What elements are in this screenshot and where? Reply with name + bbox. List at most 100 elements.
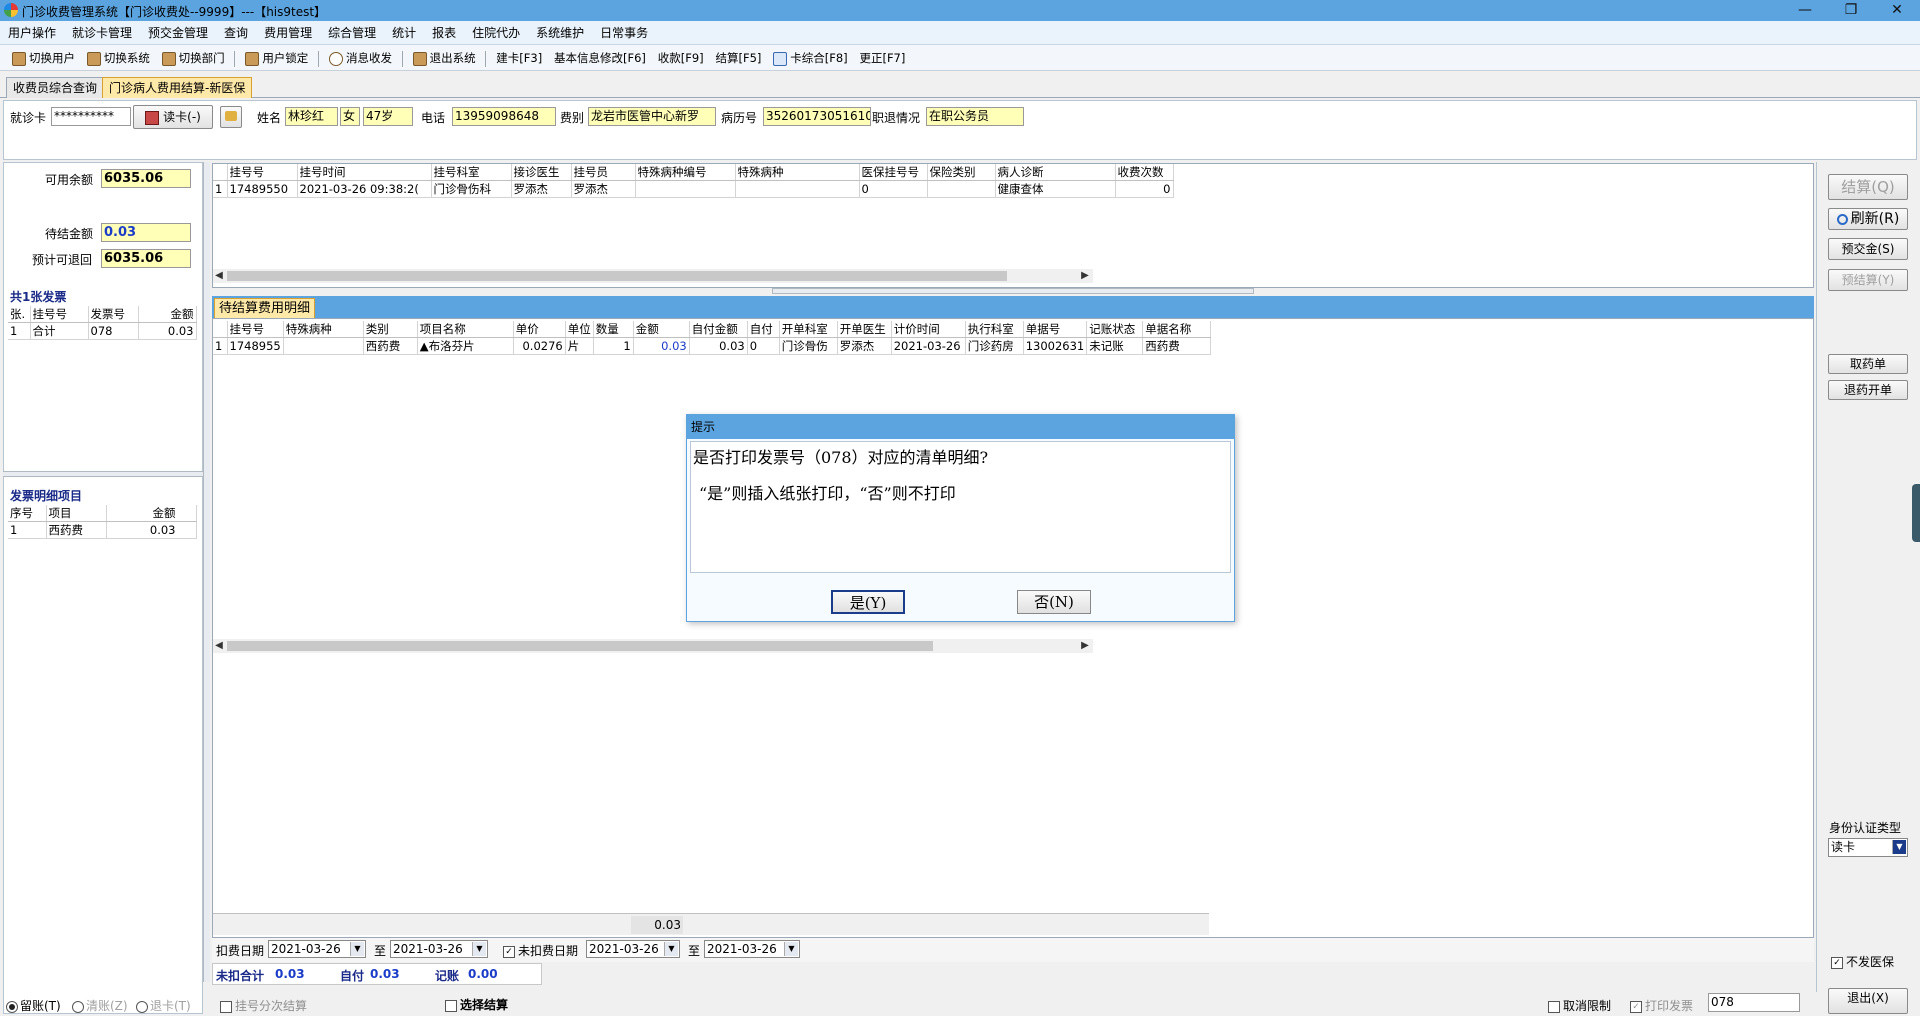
card-combo-button[interactable]: 卡综合[F8] — [769, 45, 851, 71]
user-lock-button[interactable]: 用户锁定 — [241, 45, 312, 71]
checkbox-checked-icon[interactable]: ✓ — [1630, 1000, 1642, 1013]
vertical-splitter[interactable] — [203, 162, 210, 982]
registration-hscroll[interactable]: ◀ ▶ — [213, 269, 1093, 283]
read-card-button[interactable]: 读卡(-) — [133, 105, 213, 129]
grid-splitter[interactable] — [772, 288, 1254, 294]
dropdown-arrow-icon[interactable]: ▼ — [664, 942, 678, 956]
table-row[interactable]: 1 合计 078 0.03 — [8, 322, 197, 340]
items-cell: 西药费 — [46, 521, 107, 539]
invoice-number-input[interactable]: 078 — [1708, 993, 1800, 1012]
scroll-right-icon[interactable]: ▶ — [1079, 269, 1091, 283]
reg-cell: 0 — [859, 180, 928, 198]
brush-tool-button[interactable] — [220, 106, 242, 128]
menu-card-mgmt[interactable]: 就诊卡管理 — [64, 21, 140, 45]
menu-prepay-mgmt[interactable]: 预交金管理 — [140, 21, 216, 45]
select-settle-checkbox[interactable]: 选择结算 — [445, 996, 508, 1013]
tab-cashier-query[interactable]: 收费员综合查询 — [6, 77, 105, 98]
tab-pending-detail[interactable]: 待结算费用明细 — [214, 298, 316, 320]
take-drug-button[interactable]: 取药单 — [1828, 354, 1908, 374]
radio-selected-icon[interactable] — [6, 1000, 18, 1013]
detail-table: 挂号号 特殊病种 类别 项目名称 单价 单位 数量 金额 自付金额 自付 开单科… — [213, 321, 1212, 355]
phone-label: 电话 — [421, 111, 446, 125]
refresh-button[interactable]: 刷新(R) — [1828, 208, 1908, 230]
table-row[interactable]: 1 17489550 2021-03-26 09:38:2( 门诊骨伤科 罗添杰… — [213, 180, 1174, 198]
menu-general-mgmt[interactable]: 综合管理 — [320, 21, 384, 45]
switch-user-button[interactable]: 切换用户 — [0, 45, 79, 71]
side-handle[interactable] — [1912, 484, 1920, 542]
id-type-select[interactable]: 读卡 ▼ — [1828, 838, 1908, 857]
dropdown-arrow-icon[interactable]: ▼ — [350, 942, 364, 956]
menu-daily-affairs[interactable]: 日常事务 — [592, 21, 656, 45]
dropdown-arrow-icon[interactable]: ▼ — [472, 942, 486, 956]
charge-button[interactable]: 收款[F9] — [654, 45, 708, 71]
scroll-right-icon[interactable]: ▶ — [1079, 639, 1091, 653]
minimize-button[interactable]: — — [1782, 0, 1828, 21]
scroll-left-icon[interactable]: ◀ — [213, 269, 225, 283]
split-settle-checkbox[interactable]: 挂号分次结算 — [220, 997, 307, 1014]
menu-reports[interactable]: 报表 — [424, 21, 464, 45]
checkbox-icon[interactable] — [445, 999, 457, 1012]
department-icon — [161, 51, 176, 66]
reg-cell: 罗添杰 — [571, 180, 636, 198]
exit-button[interactable]: 退出(X) — [1828, 988, 1908, 1014]
menu-statistics[interactable]: 统计 — [384, 21, 424, 45]
deduct-date-from[interactable]: 2021-03-26 ▼ — [268, 940, 366, 958]
no-insurance-checkbox[interactable]: ✓ 不发医保 — [1831, 953, 1894, 970]
checkbox-checked-icon[interactable]: ✓ — [1831, 956, 1843, 969]
menu-inpatient-agent[interactable]: 住院代办 — [464, 21, 528, 45]
invoice-header-cell: 发票号 — [88, 306, 139, 323]
dropdown-arrow-icon[interactable]: ▼ — [784, 942, 798, 956]
checkbox-checked-icon[interactable]: ✓ — [503, 945, 515, 958]
build-card-button[interactable]: 建卡[F3] — [492, 45, 546, 71]
switch-dept-button[interactable]: 切换部门 — [158, 45, 229, 71]
checkbox-icon[interactable] — [220, 1000, 232, 1013]
detail-hscroll[interactable]: ◀ ▶ — [213, 639, 1093, 653]
menu-query[interactable]: 查询 — [216, 21, 256, 45]
clear-account-radio[interactable]: 清账(Z) — [72, 997, 128, 1014]
deduct-date-to[interactable]: 2021-03-26 ▼ — [390, 940, 488, 958]
pre-settle-button[interactable]: 预结算(Y) — [1828, 269, 1908, 291]
close-button[interactable]: ✕ — [1874, 0, 1920, 21]
settle-toolbar-button[interactable]: 结算[F5] — [711, 45, 765, 71]
card-number-field[interactable]: ********** — [51, 107, 131, 126]
radio-icon[interactable] — [72, 1000, 84, 1013]
menu-fee-mgmt[interactable]: 费用管理 — [256, 21, 320, 45]
checkbox-icon[interactable] — [1548, 1000, 1560, 1013]
keep-account-radio[interactable]: 留账(T) — [6, 997, 61, 1014]
scroll-thumb[interactable] — [227, 641, 933, 651]
scroll-left-icon[interactable]: ◀ — [213, 639, 225, 653]
undeducted-date-from[interactable]: 2021-03-26 ▼ — [586, 940, 680, 958]
yes-button[interactable]: 是(Y) — [831, 590, 905, 614]
table-row[interactable]: 1 西药费 0.03 — [8, 521, 197, 539]
left-splitter[interactable] — [3, 471, 203, 477]
radio-icon[interactable] — [136, 1000, 148, 1013]
menu-system-maint[interactable]: 系统维护 — [528, 21, 592, 45]
basic-info-button[interactable]: 基本信息修改[F6] — [550, 45, 650, 71]
prepay-button[interactable]: 预交金(S) — [1828, 238, 1908, 260]
restore-button[interactable]: ❐ — [1828, 0, 1874, 21]
undeducted-date-checkbox[interactable]: ✓ 未扣费日期 — [503, 942, 578, 959]
correct-button[interactable]: 更正[F7] — [855, 45, 909, 71]
exit-system-button[interactable]: 退出系统 — [409, 45, 480, 71]
no-button[interactable]: 否(N) — [1017, 590, 1091, 614]
exit-icon — [412, 51, 427, 66]
tab-settlement-new-insurance[interactable]: 门诊病人费用结算-新医保 — [102, 77, 253, 98]
window-title: 门诊收费管理系统【门诊收费处--9999】---【his9test】 — [22, 5, 327, 19]
scroll-thumb[interactable] — [227, 271, 1007, 281]
print-invoice-checkbox[interactable]: ✓ 打印发票 — [1630, 997, 1693, 1014]
table-row[interactable]: 1 1748955 西药费 ▲布洛芬片 0.0276 片 1 0.03 0.03… — [213, 337, 1212, 355]
tab-strip: 收费员综合查询 门诊病人费用结算-新医保 — [0, 76, 1920, 98]
dropdown-arrow-icon[interactable]: ▼ — [1892, 840, 1906, 854]
switch-system-button[interactable]: 切换系统 — [83, 45, 154, 71]
detail-header-cell: 自付金额 — [689, 321, 748, 338]
message-button[interactable]: 消息收发 — [325, 45, 396, 71]
return-card-radio[interactable]: 退卡(T) — [136, 997, 191, 1014]
card-label: 就诊卡 — [10, 111, 47, 125]
return-drug-button[interactable]: 退药开单 — [1828, 380, 1908, 400]
detail-cell: ▲布洛芬片 — [417, 337, 514, 355]
settle-button[interactable]: 结算(Q) — [1828, 174, 1908, 200]
menu-user-ops[interactable]: 用户操作 — [0, 21, 64, 45]
undeducted-date-to[interactable]: 2021-03-26 ▼ — [704, 940, 800, 958]
cancel-limit-checkbox[interactable]: 取消限制 — [1548, 997, 1611, 1014]
refresh-icon — [1836, 213, 1848, 225]
